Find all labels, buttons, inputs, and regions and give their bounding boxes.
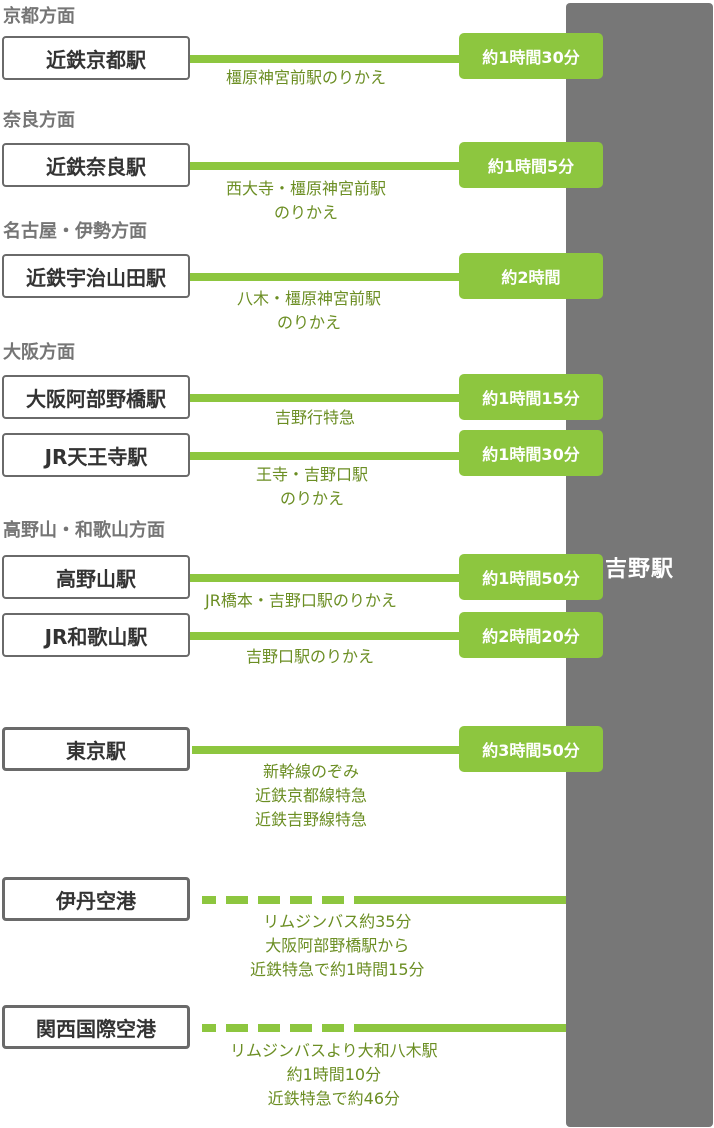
region-nagoya-ise: 名古屋・伊勢方面	[3, 221, 147, 242]
note-line: 近鉄特急で約46分	[267, 1089, 401, 1108]
route-dash-segment	[290, 1024, 312, 1032]
route-dash-segment	[322, 896, 344, 904]
station-osaka-abenobashi: 大阪阿部野橋駅	[2, 375, 190, 419]
route-dash-segment	[322, 1024, 344, 1032]
time-badge-tokyo: 約3時間50分	[459, 726, 603, 772]
route-line-tokyo	[192, 746, 460, 754]
region-koyasan-wakayama: 高野山・和歌山方面	[3, 520, 165, 541]
note-line: のりかえ	[277, 313, 342, 332]
note-line: リムジンバスより大和八木駅	[230, 1041, 438, 1060]
station-jr-tennoji: JR天王寺駅	[2, 433, 190, 477]
time-badge-wakayama: 約2時間20分	[459, 612, 603, 658]
time-badge-nara: 約1時間5分	[459, 142, 603, 188]
time-badge-kyoto: 約1時間30分	[459, 33, 603, 79]
route-line-abenobashi	[190, 394, 460, 402]
note-line: 橿原神宮前駅のりかえ	[226, 68, 387, 87]
station-kintetsu-ujiyamada: 近鉄宇治山田駅	[2, 254, 190, 298]
station-kintetsu-kyoto: 近鉄京都駅	[2, 36, 190, 80]
route-dash-segment	[226, 896, 248, 904]
note-line: のりかえ	[280, 489, 345, 508]
note-line: 西大寺・橿原神宮前駅	[226, 179, 387, 198]
time-badge-tennoji: 約1時間30分	[459, 430, 603, 476]
note-line: リムジンバス約35分	[263, 912, 412, 931]
route-dash-segment	[226, 1024, 248, 1032]
route-dash-segment	[258, 1024, 280, 1032]
region-nara: 奈良方面	[3, 110, 75, 131]
note-line: 約1時間10分	[286, 1065, 382, 1084]
route-dash-segment	[290, 896, 312, 904]
route-note-tokyo: 新幹線のぞみ 近鉄京都線特急 近鉄吉野線特急	[255, 760, 367, 832]
station-koyasan: 高野山駅	[2, 555, 190, 599]
route-note-koyasan: JR橋本・吉野口駅のりかえ	[205, 589, 397, 613]
route-line-nara	[190, 162, 460, 170]
time-badge-abenobashi: 約1時間15分	[459, 374, 603, 420]
route-line-koyasan	[190, 574, 460, 582]
route-dash-segment	[202, 896, 216, 904]
route-note-wakayama: 吉野口駅のりかえ	[246, 645, 374, 669]
route-note-kyoto: 橿原神宮前駅のりかえ	[226, 66, 386, 90]
route-note-nagoya: 八木・橿原神宮前駅 のりかえ	[237, 287, 381, 335]
station-itami-airport: 伊丹空港	[2, 877, 190, 921]
route-dash-segment	[258, 896, 280, 904]
route-line-kansai	[354, 1024, 566, 1032]
route-note-itami: リムジンバス約35分 大阪阿部野橋駅から 近鉄特急で約1時間15分	[250, 910, 425, 982]
station-kintetsu-nara: 近鉄奈良駅	[2, 143, 190, 187]
time-badge-koyasan: 約1時間50分	[459, 554, 603, 600]
note-line: 近鉄特急で約1時間15分	[250, 960, 425, 979]
route-line-nagoya	[190, 273, 460, 281]
note-line: 吉野行特急	[275, 408, 356, 427]
station-tokyo: 東京駅	[2, 727, 190, 771]
route-note-kansai: リムジンバスより大和八木駅 約1時間10分 近鉄特急で約46分	[230, 1039, 438, 1111]
note-line: のりかえ	[274, 203, 339, 222]
route-note-abenobashi: 吉野行特急	[275, 406, 355, 430]
note-line: 八木・橿原神宮前駅	[237, 289, 382, 308]
note-line: 近鉄吉野線特急	[255, 810, 368, 829]
note-line: 近鉄京都線特急	[255, 786, 368, 805]
route-dash-segment	[202, 1024, 216, 1032]
time-badge-nagoya: 約2時間	[459, 253, 603, 299]
note-line: 吉野口駅のりかえ	[246, 647, 375, 666]
route-line-tennoji	[190, 452, 460, 460]
note-line: 大阪阿部野橋駅から	[265, 936, 410, 955]
station-jr-wakayama: JR和歌山駅	[2, 613, 190, 657]
route-line-wakayama	[190, 632, 460, 640]
route-line-itami	[354, 896, 566, 904]
region-osaka: 大阪方面	[3, 342, 75, 363]
note-line: 王寺・吉野口駅	[256, 465, 369, 484]
station-kansai-airport: 関西国際空港	[2, 1005, 190, 1049]
region-kyoto: 京都方面	[3, 6, 75, 27]
note-line: 新幹線のぞみ	[263, 762, 360, 781]
route-line-kyoto	[190, 55, 460, 63]
note-line: JR橋本・吉野口駅のりかえ	[205, 591, 397, 610]
route-note-nara: 西大寺・橿原神宮前駅 のりかえ	[226, 177, 386, 225]
route-note-tennoji: 王寺・吉野口駅 のりかえ	[256, 463, 368, 511]
